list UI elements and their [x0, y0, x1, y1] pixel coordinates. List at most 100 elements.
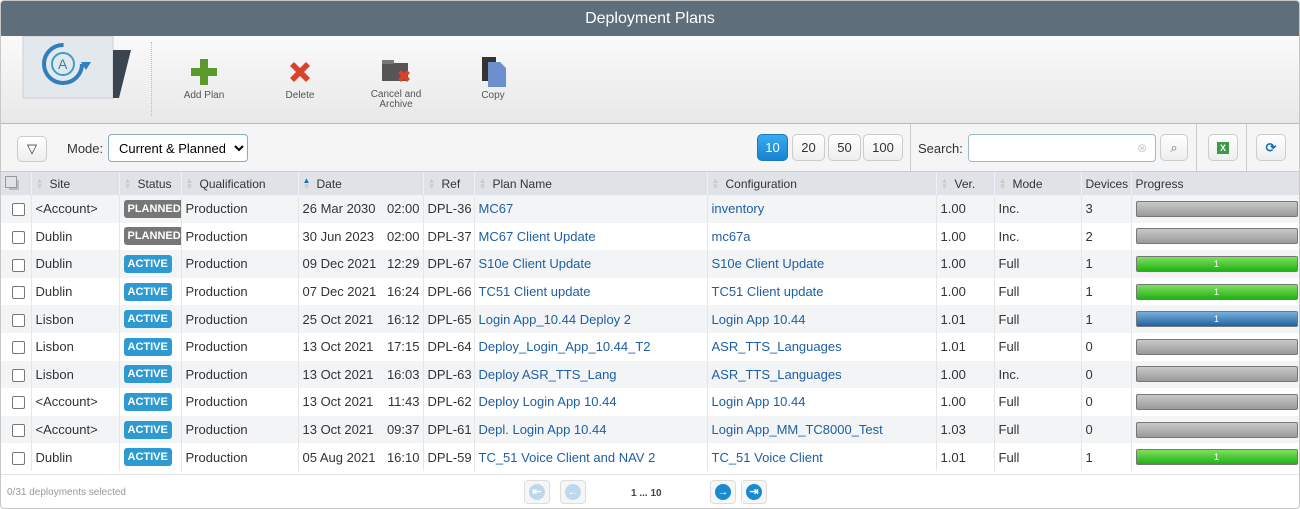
- sort-icon[interactable]: ▲ ▼: [428, 177, 438, 191]
- configuration-link[interactable]: TC51 Client update: [712, 284, 824, 299]
- configuration-link[interactable]: ASR_TTS_Languages: [712, 367, 842, 382]
- sort-icon[interactable]: ▲ ▼: [186, 177, 196, 191]
- sort-icon[interactable]: ▲ ▼: [941, 177, 951, 191]
- table-row[interactable]: Dublin ACTIVE Production 05 Aug 2021 16:1…: [1, 443, 1299, 471]
- archive-cancel-icon: [356, 54, 436, 90]
- row-checkbox[interactable]: [12, 286, 25, 300]
- mode-cell: Full: [993, 415, 1081, 444]
- search-button[interactable]: ⌕: [1160, 134, 1188, 161]
- select-all-icon[interactable]: [1, 172, 31, 195]
- configuration-link[interactable]: Login App 10.44: [712, 312, 806, 327]
- table-row[interactable]: Lisbon ACTIVE Production 25 Oct 2021 16:1…: [1, 305, 1299, 333]
- qualification-cell: Production: [180, 305, 298, 333]
- divider: [1246, 124, 1247, 172]
- add-plan-button[interactable]: Add Plan: [164, 54, 244, 101]
- column-header-devices[interactable]: Devices: [1080, 172, 1131, 195]
- column-label: Site: [49, 176, 71, 191]
- date-cell: 13 Oct 2021 11:43: [297, 388, 423, 416]
- column-header-plan-name[interactable]: ▲ ▼ Plan Name: [473, 172, 707, 195]
- row-checkbox[interactable]: [12, 341, 25, 355]
- copy-icon: [453, 54, 533, 90]
- export-excel-button[interactable]: X: [1208, 134, 1238, 161]
- configuration-link[interactable]: S10e Client Update: [712, 256, 825, 271]
- row-checkbox[interactable]: [12, 368, 25, 382]
- column-header-ref[interactable]: ▲ ▼ Ref: [422, 172, 474, 195]
- sort-icon[interactable]: ▲ ▼: [303, 177, 313, 191]
- column-header-progress[interactable]: Progress: [1130, 172, 1299, 195]
- column-label: Mode: [1012, 176, 1043, 191]
- ref-cell: DPL-65: [422, 305, 474, 333]
- plan-name-link[interactable]: Login App_10.44 Deploy 2: [479, 312, 632, 327]
- row-checkbox[interactable]: [12, 396, 25, 410]
- table-row[interactable]: Lisbon ACTIVE Production 13 Oct 2021 16:0…: [1, 360, 1299, 389]
- configuration-link[interactable]: inventory: [712, 201, 765, 216]
- plan-name-link[interactable]: Depl. Login App 10.44: [479, 422, 607, 437]
- page-size-10[interactable]: 10: [757, 134, 788, 161]
- ref-cell: DPL-63: [422, 360, 474, 389]
- page-size-20[interactable]: 20: [792, 134, 825, 161]
- next-page-button[interactable]: →: [710, 480, 736, 504]
- page-size-50[interactable]: 50: [828, 134, 861, 161]
- row-checkbox[interactable]: [12, 313, 25, 327]
- configuration-link[interactable]: Login App 10.44: [712, 394, 806, 409]
- plan-name-link[interactable]: Deploy_Login_App_10.44_T2: [479, 339, 651, 354]
- time-value: 12:29: [386, 256, 420, 272]
- clear-icon[interactable]: ⊗: [1137, 141, 1147, 155]
- plan-name-link[interactable]: Deploy ASR_TTS_Lang: [479, 367, 617, 382]
- first-page-button[interactable]: ⇤: [524, 480, 550, 504]
- delete-button[interactable]: Delete: [260, 54, 340, 101]
- row-checkbox[interactable]: [12, 451, 25, 465]
- prev-page-button[interactable]: ←: [560, 480, 586, 504]
- column-header-ver[interactable]: ▲ ▼ Ver.: [935, 172, 994, 195]
- time-value: 11:43: [387, 394, 420, 410]
- plan-name-link[interactable]: S10e Client Update: [479, 256, 592, 271]
- table-row[interactable]: Lisbon ACTIVE Production 13 Oct 2021 17:1…: [1, 332, 1299, 361]
- date-cell: 13 Oct 2021 09:37: [297, 415, 423, 444]
- configuration-link[interactable]: mc67a: [712, 229, 751, 244]
- table-row[interactable]: Dublin ACTIVE Production 07 Dec 2021 16:2…: [1, 277, 1299, 306]
- plan-name-link[interactable]: MC67: [479, 201, 514, 216]
- column-header-status[interactable]: ▲ ▼ Status: [118, 172, 181, 195]
- site-cell: <Account>: [30, 195, 119, 223]
- copy-button[interactable]: Copy: [453, 54, 533, 101]
- configuration-link[interactable]: TC_51 Voice Client: [712, 450, 823, 465]
- column-header-site[interactable]: ▲ ▼ Site: [30, 172, 119, 195]
- page-info: 1 ... 10: [631, 488, 662, 499]
- sort-icon[interactable]: ▲ ▼: [124, 177, 134, 191]
- column-header-configuration[interactable]: ▲ ▼ Configuration: [706, 172, 936, 195]
- divider: [910, 124, 911, 172]
- devices-cell: 1: [1080, 250, 1131, 278]
- sort-icon[interactable]: ▲ ▼: [712, 177, 722, 191]
- qualification-cell: Production: [180, 388, 298, 416]
- column-header-date[interactable]: ▲ ▼ Date: [297, 172, 423, 195]
- search-input[interactable]: ⊗: [968, 134, 1156, 162]
- last-page-icon: ⇥: [746, 484, 762, 500]
- cancel-archive-button[interactable]: Cancel and Archive: [356, 54, 436, 110]
- table-row[interactable]: Dublin ACTIVE Production 09 Dec 2021 12:2…: [1, 250, 1299, 278]
- row-checkbox[interactable]: [12, 230, 25, 244]
- plan-name-link[interactable]: MC67 Client Update: [479, 229, 596, 244]
- row-checkbox[interactable]: [12, 203, 25, 217]
- sort-icon[interactable]: ▲ ▼: [999, 177, 1009, 191]
- page-size-100[interactable]: 100: [863, 134, 903, 161]
- table-row[interactable]: <Account> ACTIVE Production 13 Oct 2021 1…: [1, 388, 1299, 416]
- plan-name-link[interactable]: TC51 Client update: [479, 284, 591, 299]
- configuration-link[interactable]: ASR_TTS_Languages: [712, 339, 842, 354]
- sort-icon[interactable]: ▲ ▼: [479, 177, 489, 191]
- table-row[interactable]: <Account> ACTIVE Production 13 Oct 2021 0…: [1, 415, 1299, 444]
- plan-name-link[interactable]: Deploy Login App 10.44: [479, 394, 617, 409]
- refresh-button[interactable]: ⟳: [1256, 134, 1286, 161]
- progress-bar: [1135, 228, 1298, 245]
- column-header-qualification[interactable]: ▲ ▼ Qualification: [180, 172, 298, 195]
- sort-icon[interactable]: ▲ ▼: [36, 177, 46, 191]
- configuration-link[interactable]: Login App_MM_TC8000_Test: [712, 422, 883, 437]
- table-row[interactable]: <Account> PLANNED Production 26 Mar 2030…: [1, 195, 1299, 223]
- last-page-button[interactable]: ⇥: [741, 480, 767, 504]
- column-header-mode[interactable]: ▲ ▼ Mode: [993, 172, 1081, 195]
- row-checkbox[interactable]: [12, 424, 25, 438]
- plan-name-link[interactable]: TC_51 Voice Client and NAV 2: [479, 450, 656, 465]
- mode-select[interactable]: Current & Planned: [108, 134, 248, 162]
- row-checkbox[interactable]: [12, 258, 25, 272]
- table-row[interactable]: Dublin PLANNED Production 30 Jun 2023 02:…: [1, 222, 1299, 251]
- filter-button[interactable]: ▽: [17, 136, 47, 162]
